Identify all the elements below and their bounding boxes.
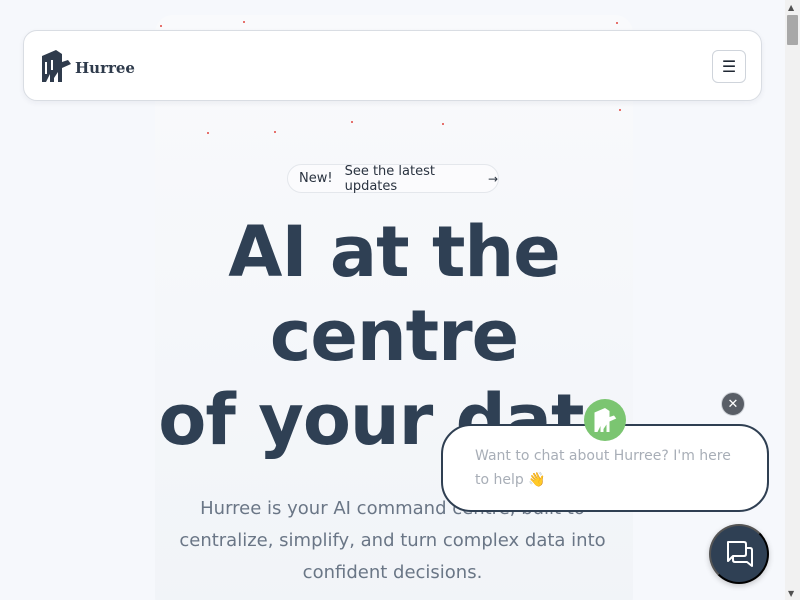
- scrollbar-thumb[interactable]: [787, 15, 798, 45]
- decorative-dot: [207, 132, 209, 134]
- decorative-dot: [243, 21, 245, 23]
- decorative-dot: [351, 121, 353, 123]
- decorative-dot: [160, 25, 162, 27]
- hamburger-icon: ☰: [721, 57, 737, 76]
- headline-line: centre: [269, 295, 519, 377]
- vertical-scrollbar[interactable]: ▲ ▼: [785, 0, 800, 600]
- logo-link[interactable]: Hurree: [40, 48, 135, 84]
- chat-avatar: [584, 399, 626, 441]
- navbar: Hurree ☰: [23, 30, 762, 101]
- chat-bubble-icon: [727, 541, 753, 567]
- latest-updates-link-text: See the latest updates: [344, 163, 435, 194]
- brand-name: Hurree: [75, 59, 135, 77]
- scroll-up-icon[interactable]: ▲: [788, 3, 794, 12]
- scroll-down-icon[interactable]: ▼: [788, 589, 794, 598]
- hamburger-menu-button[interactable]: ☰: [712, 50, 746, 83]
- decorative-dot: [274, 131, 276, 133]
- chat-launcher-button[interactable]: [709, 524, 769, 584]
- new-label: New!: [299, 171, 333, 186]
- hurree-logo-icon: [594, 408, 617, 432]
- headline-line: AI at the: [228, 211, 560, 293]
- chat-prompt-text: Want to chat about Hurree? I'm here to h…: [475, 448, 731, 488]
- hurree-logo-icon: [42, 50, 71, 82]
- chat-close-button[interactable]: ✕: [721, 392, 745, 416]
- arrow-right-icon: →: [487, 171, 498, 186]
- close-icon: ✕: [727, 396, 739, 411]
- decorative-dot: [616, 22, 618, 24]
- decorative-dot: [619, 109, 621, 111]
- latest-updates-badge[interactable]: New! See the latest updates →: [287, 163, 499, 194]
- decorative-dot: [442, 123, 444, 125]
